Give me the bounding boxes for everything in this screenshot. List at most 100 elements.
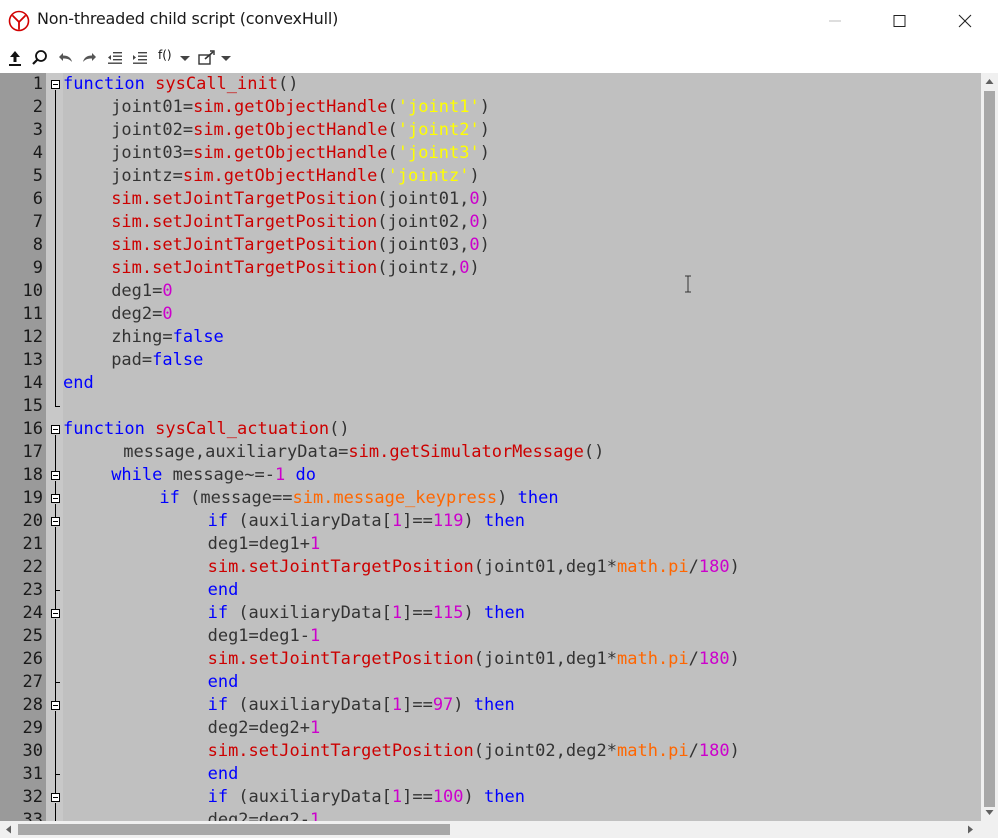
code-token: end: [207, 764, 239, 784]
fold-toggle-icon[interactable]: [51, 425, 60, 434]
code-token: 100: [432, 787, 464, 807]
fold-toggle-icon[interactable]: [51, 517, 60, 526]
upload-icon[interactable]: [6, 47, 24, 69]
chevron-down-icon[interactable]: [220, 47, 232, 69]
code-line[interactable]: deg2=0: [111, 303, 172, 326]
code-token: function: [63, 419, 145, 439]
maximize-button[interactable]: [876, 0, 922, 42]
fold-toggle-icon[interactable]: [51, 701, 60, 710]
code-line[interactable]: deg2=deg2-1: [208, 809, 321, 821]
code-editor[interactable]: function sysCall_init() joint01=sim.getOb…: [0, 73, 981, 821]
line-number: 25: [22, 626, 43, 646]
fold-end-marker: [55, 590, 60, 591]
minimize-button[interactable]: [812, 0, 858, 42]
line-number: 29: [22, 718, 43, 738]
fold-guide: [55, 619, 56, 701]
undo-icon[interactable]: [55, 47, 75, 69]
code-line[interactable]: sim.setJointTargetPosition(joint02,deg2*…: [208, 740, 740, 763]
code-token: ): [497, 488, 518, 508]
code-line[interactable]: sim.setJointTargetPosition(jointz,0): [111, 257, 480, 280]
code-token: if: [159, 488, 180, 508]
code-token: sim.setJointTargetPosition: [111, 189, 378, 209]
app-logo-icon: [8, 10, 30, 32]
code-token: sim.getSimulatorMessage: [348, 442, 584, 462]
code-line[interactable]: deg1=deg1-1: [208, 625, 321, 648]
scroll-up-icon[interactable]: [981, 73, 998, 90]
code-line[interactable]: pad=false: [111, 349, 203, 372]
code-line[interactable]: if (auxiliaryData[1]==119) then: [208, 510, 525, 533]
code-line[interactable]: end: [208, 763, 239, 786]
fold-toggle-icon[interactable]: [51, 494, 60, 503]
function-list-button[interactable]: f(): [158, 48, 172, 62]
scroll-right-icon[interactable]: [962, 821, 979, 838]
code-token: ): [479, 189, 490, 209]
code-token: ): [479, 120, 490, 140]
scroll-down-icon[interactable]: [981, 804, 998, 821]
scroll-left-icon[interactable]: [0, 821, 17, 838]
line-number: 20: [22, 511, 43, 531]
code-line[interactable]: sim.setJointTargetPosition(joint01,deg1*…: [208, 648, 740, 671]
code-line[interactable]: end: [208, 671, 239, 694]
code-line[interactable]: end: [63, 372, 94, 395]
code-line[interactable]: end: [208, 579, 239, 602]
insert-snippet-icon[interactable]: [197, 47, 217, 69]
vertical-scroll-thumb[interactable]: [984, 91, 995, 807]
code-token: jointz=: [111, 166, 183, 186]
title-bar[interactable]: Non-threaded child script (convexHull): [0, 0, 998, 42]
code-line[interactable]: if (message==sim.message_keypress) then: [159, 487, 558, 510]
code-token: function: [63, 74, 145, 94]
code-area[interactable]: function sysCall_init() joint01=sim.getOb…: [63, 73, 981, 821]
code-line[interactable]: if (auxiliaryData[1]==97) then: [208, 694, 515, 717]
line-number: 1: [32, 74, 43, 94]
code-line[interactable]: if (auxiliaryData[1]==100) then: [208, 786, 525, 809]
code-token: 119: [432, 511, 464, 531]
fold-guide: [55, 527, 56, 609]
fold-toggle-icon[interactable]: [51, 609, 60, 618]
code-line[interactable]: sim.setJointTargetPosition(joint01,0): [111, 188, 490, 211]
code-line[interactable]: message,auxiliaryData=sim.getSimulatorMe…: [123, 441, 604, 464]
indent-icon[interactable]: [131, 47, 149, 69]
code-line[interactable]: joint02=sim.getObjectHandle('joint2'): [111, 119, 490, 142]
code-token: 97: [432, 695, 454, 715]
code-line[interactable]: while message~=-1 do: [111, 464, 316, 487]
minimize-icon: [829, 20, 841, 22]
code-token: end: [207, 580, 239, 600]
code-token: joint03=: [111, 143, 194, 163]
code-line[interactable]: sim.setJointTargetPosition(joint03,0): [111, 234, 490, 257]
code-line[interactable]: sim.setJointTargetPosition(joint01,deg1*…: [208, 556, 740, 579]
code-line[interactable]: deg1=0: [111, 280, 172, 303]
line-number: 6: [32, 189, 43, 209]
horizontal-scroll-thumb[interactable]: [18, 824, 450, 835]
code-line[interactable]: jointz=sim.getObjectHandle('jointz'): [111, 165, 480, 188]
code-token: deg1=deg1-: [207, 626, 310, 646]
code-token: math.pi: [617, 557, 689, 577]
line-number: 3: [32, 120, 43, 140]
code-line[interactable]: joint03=sim.getObjectHandle('joint3'): [111, 142, 490, 165]
code-line[interactable]: function sysCall_actuation(): [63, 418, 350, 441]
code-token: sysCall_init: [155, 74, 278, 94]
close-button[interactable]: [942, 0, 988, 42]
code-token: ): [453, 695, 474, 715]
search-icon[interactable]: [30, 47, 50, 69]
fold-toggle-icon[interactable]: [51, 793, 60, 802]
code-token: then: [484, 787, 525, 807]
chevron-down-icon[interactable]: [179, 47, 191, 69]
code-line[interactable]: zhing=false: [111, 326, 224, 349]
code-token: (joint01,deg1*: [473, 557, 617, 577]
code-line[interactable]: deg2=deg2+1: [208, 717, 321, 740]
fold-toggle-icon[interactable]: [51, 471, 60, 480]
code-line[interactable]: deg1=deg1+1: [208, 533, 321, 556]
code-token: 1: [309, 718, 321, 738]
fold-toggle-icon[interactable]: [51, 80, 60, 89]
code-line[interactable]: function sysCall_init(): [63, 73, 298, 96]
code-token: end: [207, 672, 239, 692]
outdent-icon[interactable]: [106, 47, 124, 69]
code-line[interactable]: sim.setJointTargetPosition(joint02,0): [111, 211, 490, 234]
window-title: Non-threaded child script (convexHull): [37, 9, 339, 28]
code-line[interactable]: if (auxiliaryData[1]==115) then: [208, 602, 525, 625]
code-token: ]==: [402, 511, 433, 531]
redo-icon[interactable]: [80, 47, 100, 69]
code-token: (joint03,: [377, 235, 470, 255]
code-token: sim.getObjectHandle: [193, 120, 388, 140]
code-line[interactable]: joint01=sim.getObjectHandle('joint1'): [111, 96, 490, 119]
